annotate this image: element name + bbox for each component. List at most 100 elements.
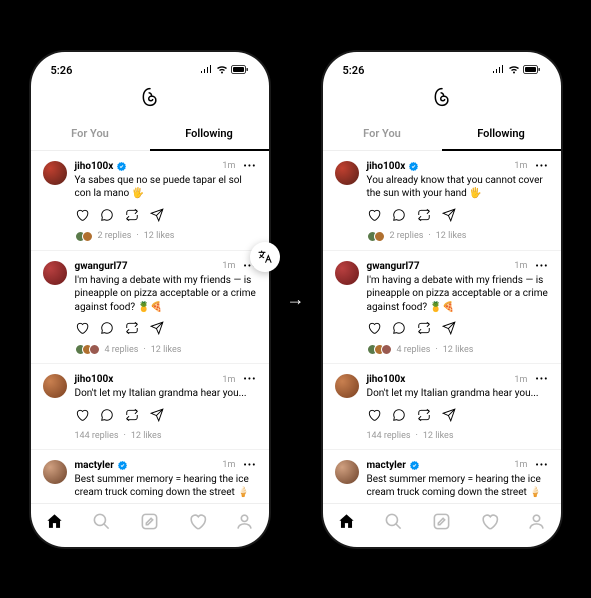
more-icon[interactable]: •••	[531, 161, 548, 172]
replies-count[interactable]: 144 replies	[75, 431, 119, 441]
repost-icon[interactable]	[417, 320, 431, 339]
more-icon[interactable]: •••	[531, 460, 548, 471]
post-time: 1m	[222, 261, 235, 271]
replies-count[interactable]: 2 replies	[98, 231, 132, 241]
post-actions	[75, 407, 257, 426]
comment-icon[interactable]	[392, 320, 406, 339]
likes-count[interactable]: 12 likes	[144, 231, 175, 241]
tab-for-you[interactable]: For You	[323, 119, 442, 150]
post[interactable]: jiho100x 1m ••• You already know that yo…	[323, 151, 561, 251]
username[interactable]: jiho100x	[75, 161, 114, 172]
app-logo-row	[31, 83, 269, 119]
share-icon[interactable]	[150, 320, 164, 339]
nav-search-icon[interactable]	[92, 512, 111, 535]
post[interactable]: jiho100x 1m ••• Ya sabes que no se puede…	[31, 151, 269, 251]
avatar[interactable]	[335, 374, 359, 398]
more-icon[interactable]: •••	[239, 374, 256, 385]
comment-icon[interactable]	[392, 207, 406, 226]
replies-count[interactable]: 4 replies	[397, 345, 431, 355]
likes-count[interactable]: 12 likes	[436, 231, 467, 241]
tab-following[interactable]: Following	[150, 119, 269, 150]
username[interactable]: jiho100x	[367, 374, 406, 385]
post[interactable]: jiho100x 1m ••• Don't let my Italian gra…	[323, 364, 561, 450]
like-icon[interactable]	[75, 407, 89, 426]
repost-icon[interactable]	[417, 407, 431, 426]
feed-right[interactable]: jiho100x 1m ••• You already know that yo…	[323, 151, 561, 503]
replies-count[interactable]: 144 replies	[367, 431, 411, 441]
nav-profile-icon[interactable]	[527, 512, 546, 535]
repost-icon[interactable]	[125, 207, 139, 226]
share-icon[interactable]	[442, 320, 456, 339]
replies-count[interactable]: 4 replies	[105, 345, 139, 355]
likes-count[interactable]: 12 likes	[131, 431, 162, 441]
post[interactable]: mactyler 1m ••• Best summer memory = hea…	[323, 450, 561, 503]
likes-count[interactable]: 12 likes	[151, 345, 182, 355]
username[interactable]: jiho100x	[75, 374, 114, 385]
replies-count[interactable]: 2 replies	[390, 231, 424, 241]
more-icon[interactable]: •••	[239, 460, 256, 471]
username[interactable]: gwangurl77	[367, 261, 420, 272]
avatar[interactable]	[43, 261, 67, 285]
wifi-icon	[216, 64, 228, 77]
feed-left[interactable]: jiho100x 1m ••• Ya sabes que no se puede…	[31, 151, 269, 503]
repost-icon[interactable]	[417, 207, 431, 226]
likes-count[interactable]: 12 likes	[443, 345, 474, 355]
comment-icon[interactable]	[100, 207, 114, 226]
comment-icon[interactable]	[392, 407, 406, 426]
nav-activity-icon[interactable]	[188, 512, 207, 535]
username[interactable]: jiho100x	[367, 161, 406, 172]
avatar[interactable]	[43, 161, 67, 185]
username[interactable]: mactyler	[367, 460, 406, 471]
avatar[interactable]	[335, 261, 359, 285]
nav-search-icon[interactable]	[384, 512, 403, 535]
post[interactable]: jiho100x 1m ••• Don't let my Italian gra…	[31, 364, 269, 450]
share-icon[interactable]	[442, 207, 456, 226]
phone-right: 5:26 For You Following jiho100x 1m •••	[323, 52, 561, 547]
translate-badge-icon[interactable]	[250, 242, 280, 272]
nav-activity-icon[interactable]	[480, 512, 499, 535]
tab-following[interactable]: Following	[442, 119, 561, 150]
avatar[interactable]	[335, 460, 359, 484]
avatar[interactable]	[335, 161, 359, 185]
comment-icon[interactable]	[100, 320, 114, 339]
post-body: jiho100x 1m ••• Ya sabes que no se puede…	[75, 161, 257, 242]
more-icon[interactable]: •••	[531, 261, 548, 272]
post-actions	[367, 320, 549, 339]
post-body: mactyler 1m ••• Best summer memory = hea…	[367, 460, 549, 503]
avatar[interactable]	[43, 374, 67, 398]
share-icon[interactable]	[442, 407, 456, 426]
share-icon[interactable]	[150, 407, 164, 426]
share-icon[interactable]	[150, 207, 164, 226]
like-icon[interactable]	[75, 320, 89, 339]
nav-compose-icon[interactable]	[432, 512, 451, 535]
likes-count[interactable]: 12 likes	[423, 431, 454, 441]
post-time: 1m	[514, 460, 527, 470]
post-meta: 4 replies · 12 likes	[75, 344, 257, 355]
nav-compose-icon[interactable]	[140, 512, 159, 535]
like-icon[interactable]	[367, 320, 381, 339]
username[interactable]: mactyler	[75, 460, 114, 471]
verified-icon	[409, 162, 418, 171]
post[interactable]: gwangurl77 1m ••• I'm having a debate wi…	[323, 251, 561, 365]
phone-left: 5:26 For You Following jiho100x 1m •••	[31, 52, 269, 547]
more-icon[interactable]: •••	[239, 161, 256, 172]
avatar[interactable]	[43, 460, 67, 484]
repost-icon[interactable]	[125, 320, 139, 339]
verified-icon	[118, 461, 127, 470]
like-icon[interactable]	[367, 207, 381, 226]
like-icon[interactable]	[367, 407, 381, 426]
nav-profile-icon[interactable]	[235, 512, 254, 535]
more-icon[interactable]: •••	[531, 374, 548, 385]
tab-for-you[interactable]: For You	[31, 119, 150, 150]
username[interactable]: gwangurl77	[75, 261, 128, 272]
nav-home-icon[interactable]	[45, 512, 64, 535]
like-icon[interactable]	[75, 207, 89, 226]
post[interactable]: mactyler 1m ••• Best summer memory = hea…	[31, 450, 269, 503]
post-meta: 4 replies · 12 likes	[367, 344, 549, 355]
post-time: 1m	[222, 460, 235, 470]
repost-icon[interactable]	[125, 407, 139, 426]
post[interactable]: gwangurl77 1m ••• I'm having a debate wi…	[31, 251, 269, 365]
comment-icon[interactable]	[100, 407, 114, 426]
nav-home-icon[interactable]	[337, 512, 356, 535]
post-meta: 2 replies · 12 likes	[75, 231, 257, 242]
